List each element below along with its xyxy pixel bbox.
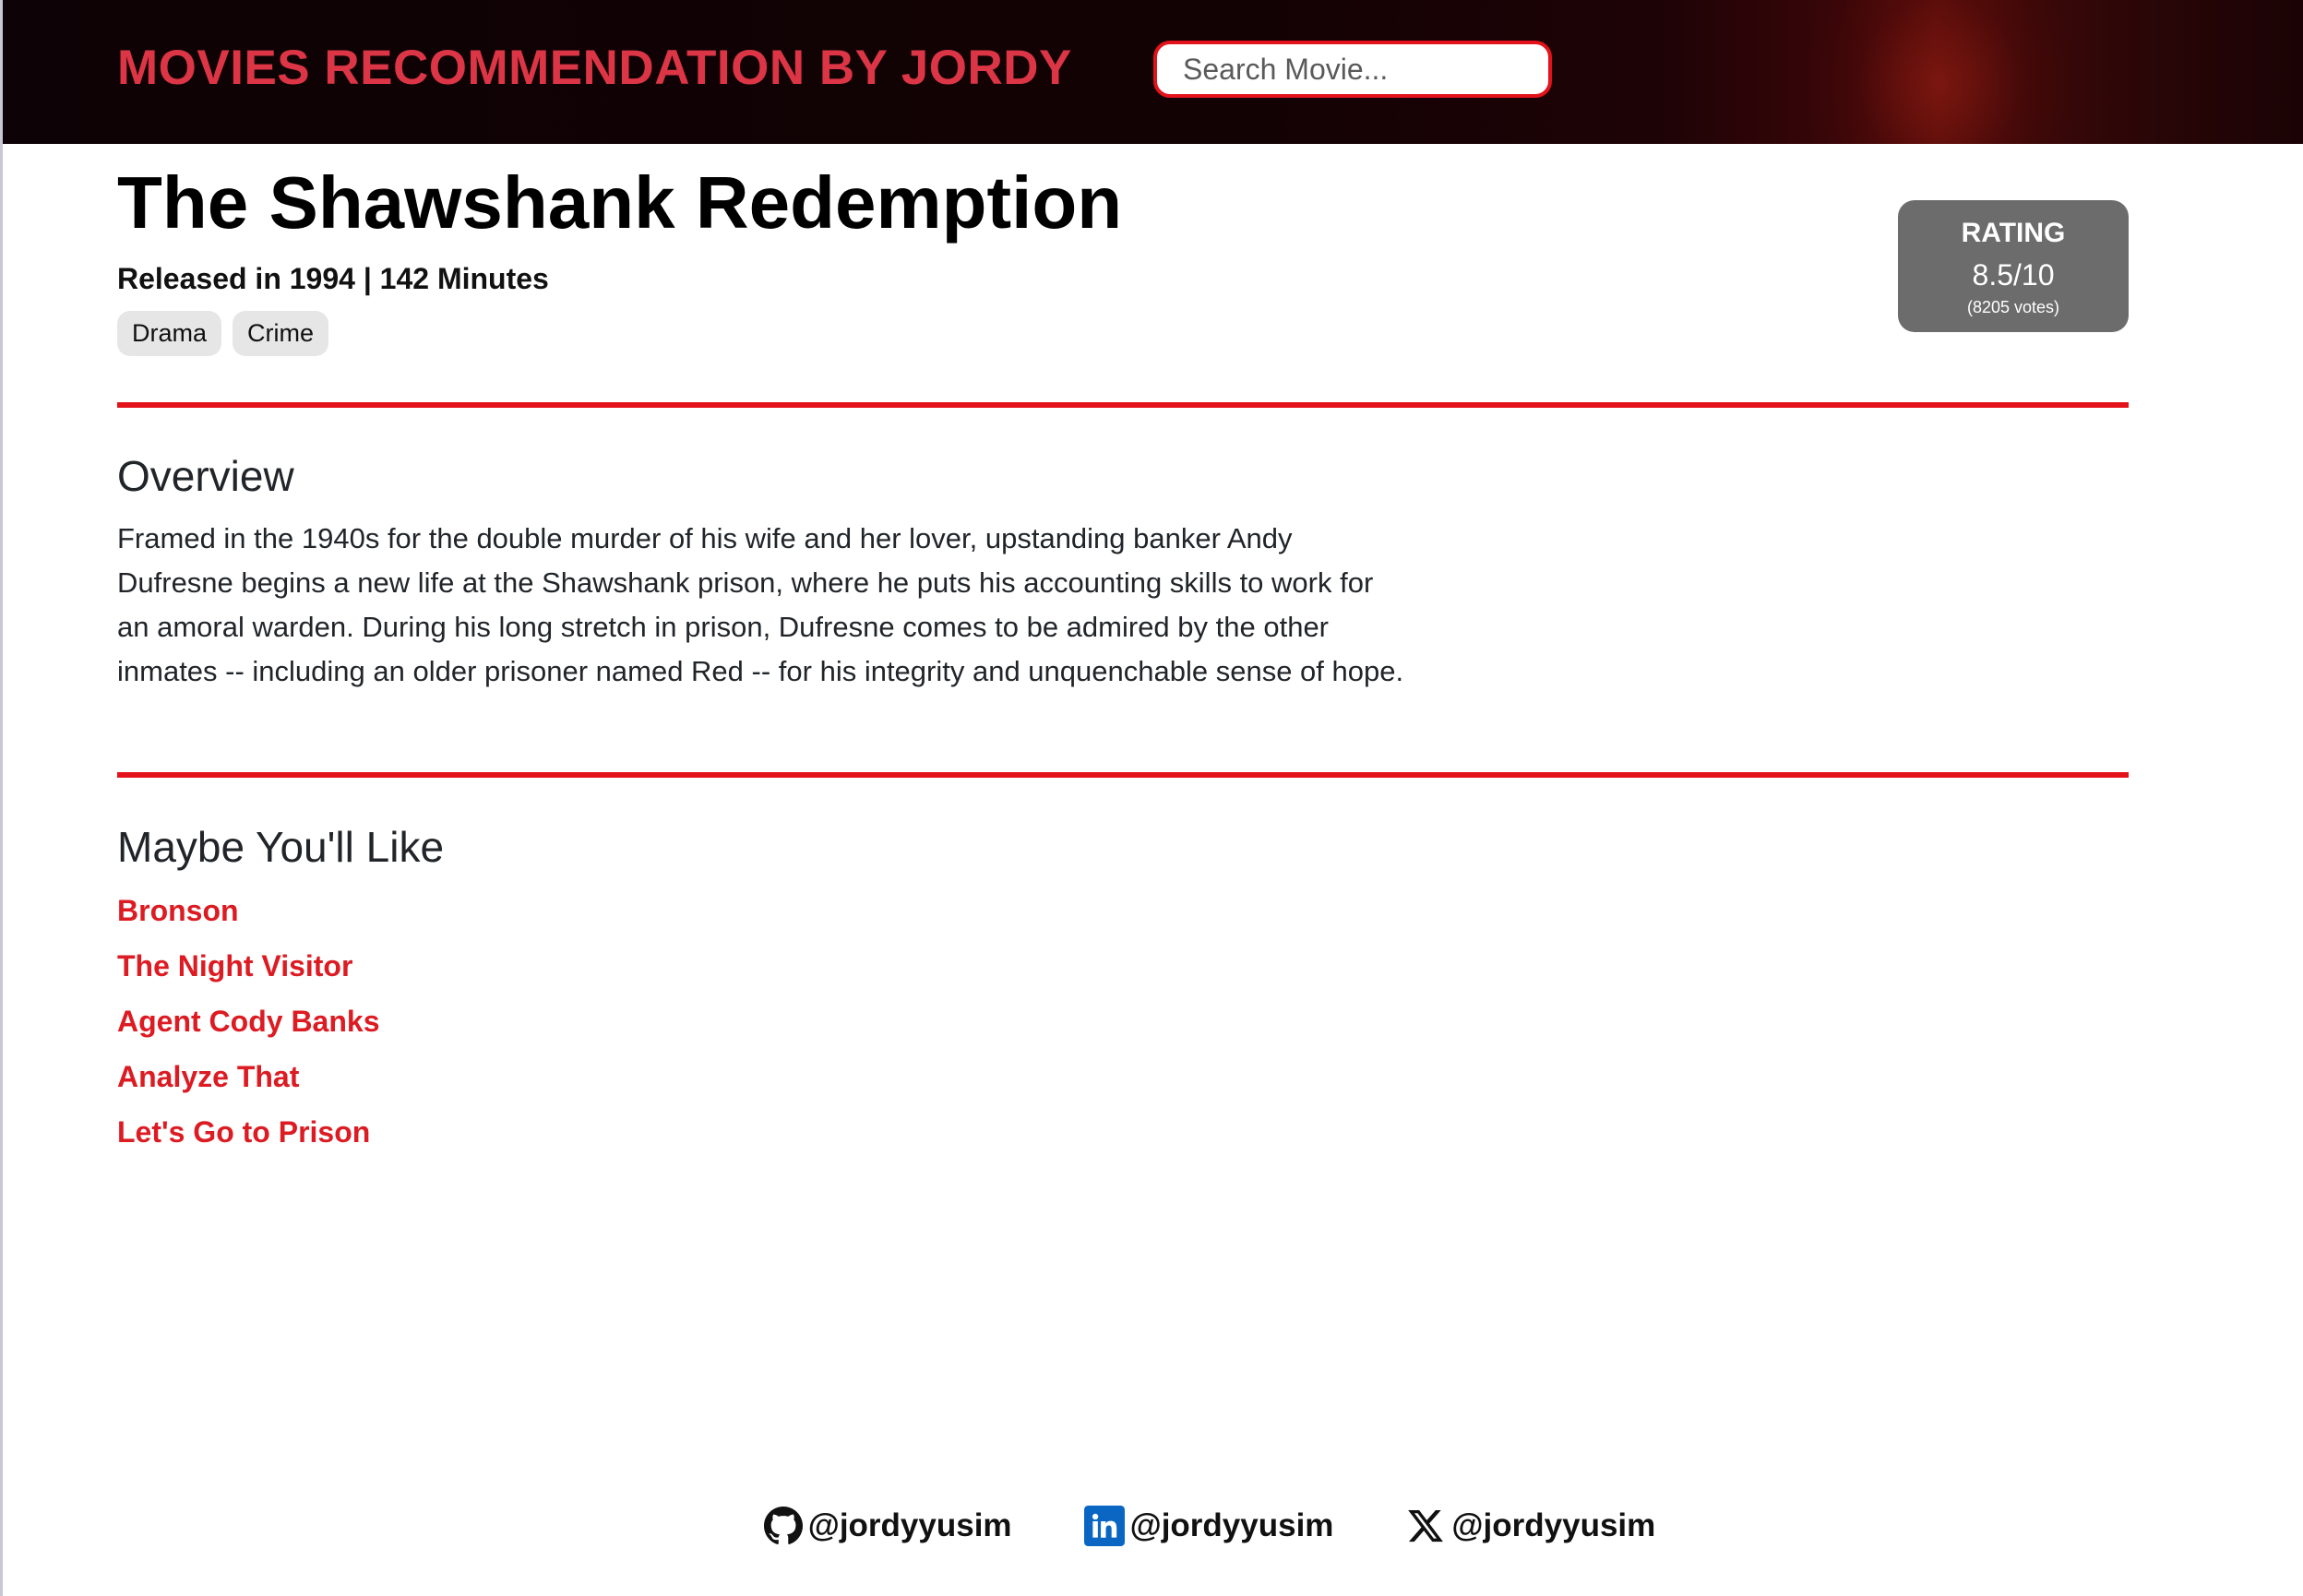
linkedin-handle: @jordyyusim [1129, 1507, 1334, 1543]
recommendation-link[interactable]: Analyze That [117, 1060, 299, 1093]
linkedin-link[interactable]: @jordyyusim [1083, 1500, 1334, 1552]
genre-badge: Crime [233, 311, 329, 356]
recommendation-link[interactable]: The Night Visitor [117, 949, 352, 983]
rating-value: 8.5/10 [1972, 258, 2055, 292]
list-item: The Night Visitor [117, 943, 379, 998]
movie-release-info: Released in 1994 | 142 Minutes [117, 262, 549, 295]
list-item: Bronson [117, 887, 379, 943]
recommendation-link[interactable]: Bronson [117, 894, 239, 927]
genre-list: Drama Crime [117, 311, 329, 356]
linkedin-icon [1083, 1506, 1125, 1546]
section-divider [117, 402, 2129, 408]
footer: @jordyyusim @jordyyusim @jordyyusim [3, 1500, 2303, 1552]
site-brand[interactable]: MOVIES RECOMMENDATION BY JORDY [117, 35, 1072, 101]
navbar: MOVIES RECOMMENDATION BY JORDY [3, 0, 2303, 144]
list-item: Agent Cody Banks [117, 998, 379, 1054]
recommendation-list: Bronson The Night Visitor Agent Cody Ban… [117, 887, 379, 1164]
recommendation-link[interactable]: Let's Go to Prison [117, 1115, 370, 1149]
rating-votes: (8205 votes) [1966, 298, 2060, 316]
x-icon [1405, 1507, 1446, 1545]
x-handle: @jordyyusim [1451, 1507, 1656, 1543]
recommendation-link[interactable]: Agent Cody Banks [117, 1005, 379, 1038]
github-link[interactable]: @jordyyusim [763, 1500, 1012, 1552]
genre-badge: Drama [117, 311, 222, 356]
overview-text: Framed in the 1940s for the double murde… [117, 522, 1404, 687]
github-handle: @jordyyusim [807, 1507, 1012, 1543]
github-icon [763, 1507, 803, 1545]
rating-card: RATING 8.5/10 (8205 votes) [1898, 200, 2129, 332]
recommendations-heading: Maybe You'll Like [117, 823, 445, 871]
rating-label: RATING [1961, 218, 2066, 248]
movie-title: The Shawshank Redemption [117, 161, 1123, 244]
list-item: Let's Go to Prison [117, 1109, 379, 1164]
section-divider [117, 772, 2129, 778]
list-item: Analyze That [117, 1054, 379, 1109]
x-link[interactable]: @jordyyusim [1405, 1500, 1655, 1552]
overview-heading: Overview [117, 452, 294, 500]
search-input[interactable] [1153, 41, 1552, 98]
header-background-glow [1811, 0, 2070, 144]
